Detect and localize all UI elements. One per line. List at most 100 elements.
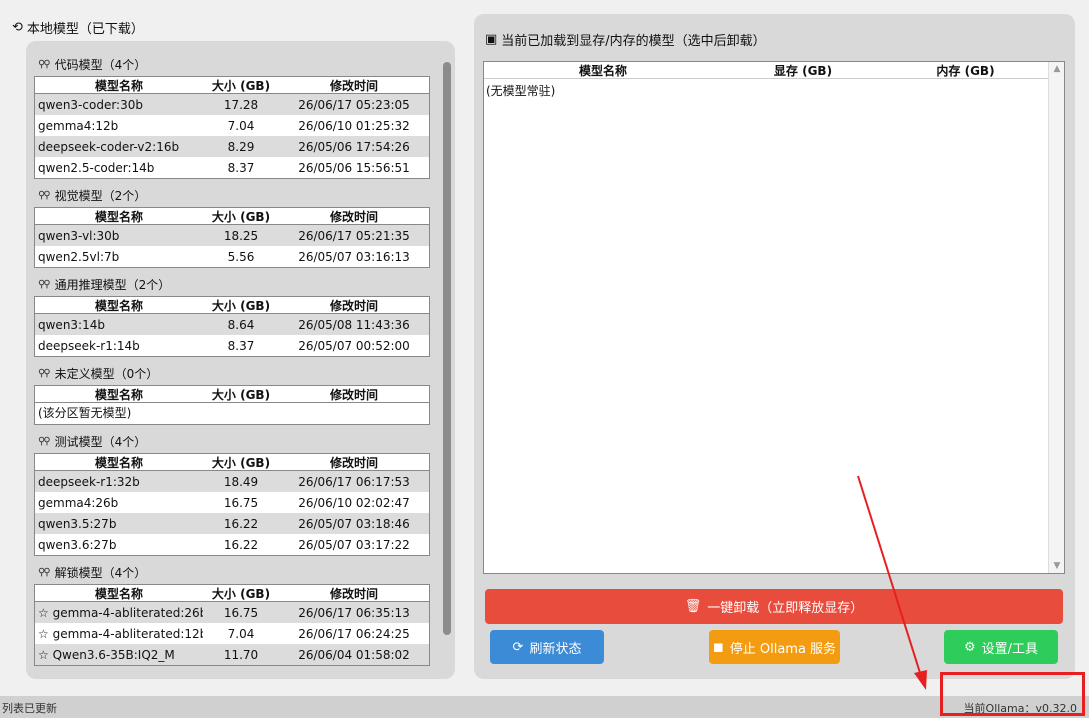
stop-ollama-button[interactable]: ◼ 停止 Ollama 服务: [709, 630, 840, 664]
category-title-text: 未定义模型（0个）: [54, 367, 159, 381]
modified-time-cell: 26/06/17 05:21:35: [298, 228, 410, 243]
table-row[interactable]: deepseek-r1:14b 8.37 26/05/07 00:52:00: [35, 335, 429, 356]
column-header[interactable]: 修改时间: [279, 77, 429, 94]
model-size-cell: 16.22: [223, 537, 259, 552]
model-name-cell: deepseek-coder-v2:16b: [38, 139, 180, 154]
settings-tools-button[interactable]: ⚙ 设置/工具: [944, 630, 1058, 664]
table-header: 模型名称 大小 (GB) 修改时间: [35, 585, 429, 602]
column-header[interactable]: 修改时间: [279, 454, 429, 471]
refresh-status-button[interactable]: ⟳ 刷新状态: [490, 630, 604, 664]
table-row[interactable]: ☆ gemma-4-abliterated:12b 7.04 26/06/17 06…: [35, 623, 429, 644]
column-header[interactable]: 模型名称: [484, 62, 722, 78]
modified-time-cell: 26/06/17 06:17:53: [298, 474, 410, 489]
model-size-cell: 17.28: [223, 97, 259, 112]
modified-time-cell: 26/06/17 05:23:05: [298, 97, 410, 112]
table-row[interactable]: qwen3.6:27b 16.22 26/05/07 03:17:22: [35, 534, 429, 555]
table-row[interactable]: qwen3-coder:30b 17.28 26/06/17 05:23:05: [35, 94, 429, 115]
local-models-title-text: 本地模型（已下载）: [26, 22, 144, 37]
category-title-text: 通用推理模型（2个）: [54, 278, 171, 292]
category-title-text: 测试模型（4个）: [54, 435, 147, 449]
vertical-scrollbar[interactable]: [443, 62, 451, 635]
loaded-models-header: 模型名称 显存 (GB) 内存 (GB): [484, 62, 1064, 79]
model-size-cell: 8.37: [227, 338, 255, 353]
table-row[interactable]: qwen3-vl:30b 18.25 26/06/17 05:21:35: [35, 225, 429, 246]
model-name-cell: ☆ gemma-4-abliterated:26b: [38, 605, 203, 620]
modified-time-cell: 26/05/08 11:43:36: [298, 317, 410, 332]
stop-icon: ◼: [712, 639, 724, 655]
category-title-text: 解锁模型（4个）: [54, 566, 147, 580]
table-row[interactable]: qwen2.5vl:7b 5.56 26/05/07 03:16:13: [35, 246, 429, 267]
model-name-cell: gemma4:12b: [38, 118, 119, 133]
modified-time-cell: 26/06/04 01:58:02: [298, 647, 410, 662]
column-header[interactable]: 模型名称: [35, 77, 203, 94]
model-name-cell: qwen3.6:27b: [38, 537, 117, 552]
model-name-cell: deepseek-r1:14b: [38, 338, 140, 353]
model-table[interactable]: 模型名称 大小 (GB) 修改时间 qwen3:14b 8.64 26/05/08 11:…: [34, 296, 430, 357]
column-header[interactable]: 大小 (GB): [203, 208, 279, 225]
model-table[interactable]: 模型名称 大小 (GB) 修改时间 qwen3-vl:30b 18.25 26/06/17…: [34, 207, 430, 268]
column-header[interactable]: 模型名称: [35, 386, 203, 403]
table-row[interactable]: qwen2.5-coder:14b 8.37 26/05/06 15:56:51: [35, 157, 429, 178]
column-header[interactable]: 模型名称: [35, 297, 203, 314]
category-title: ⚲⚲ 未定义模型（0个）: [34, 362, 430, 385]
model-size-cell: 18.25: [223, 228, 259, 243]
model-name-cell: qwen3.5:27b: [38, 516, 117, 531]
model-categories-list: ⚲⚲ 代码模型（4个） 模型名称 大小 (GB) 修改时间 qwen3-coder:30b…: [34, 53, 430, 673]
empty-category-note: (该分区暂无模型): [38, 406, 132, 420]
model-name-cell: ☆ gemma-4-abliterated:12b: [38, 626, 203, 641]
modified-time-cell: 26/06/10 02:02:47: [298, 495, 410, 510]
category-icon: ⚲⚲: [38, 436, 51, 447]
column-header[interactable]: 修改时间: [279, 208, 429, 225]
column-header[interactable]: 大小 (GB): [203, 585, 279, 602]
column-header[interactable]: 大小 (GB): [203, 454, 279, 471]
table-row[interactable]: qwen3.5:27b 16.22 26/05/07 03:18:46: [35, 513, 429, 534]
column-header[interactable]: 内存 (GB): [884, 62, 1047, 78]
model-size-cell: 18.49: [223, 474, 259, 489]
model-table[interactable]: 模型名称 大小 (GB) 修改时间 (该分区暂无模型): [34, 385, 430, 425]
column-header[interactable]: 模型名称: [35, 208, 203, 225]
model-size-cell: 7.04: [227, 626, 255, 641]
table-row[interactable]: ☆ Qwen3.6-35B:IQ2_M 11.70 26/06/04 01:58:0…: [35, 644, 429, 665]
model-name-cell: qwen3-coder:30b: [38, 97, 143, 112]
model-size-cell: 11.70: [223, 647, 259, 662]
column-header[interactable]: 大小 (GB): [203, 386, 279, 403]
column-header[interactable]: 大小 (GB): [203, 297, 279, 314]
table-row[interactable]: deepseek-coder-v2:16b 8.29 26/05/06 17:54:…: [35, 136, 429, 157]
column-header[interactable]: 显存 (GB): [722, 62, 884, 78]
category-title-text: 视觉模型（2个）: [54, 189, 147, 203]
column-header[interactable]: 模型名称: [35, 585, 203, 602]
model-table[interactable]: 模型名称 大小 (GB) 修改时间 deepseek-r1:32b 18.49 26/06…: [34, 453, 430, 556]
model-name-cell: qwen3:14b: [38, 317, 105, 332]
column-header[interactable]: 模型名称: [35, 454, 203, 471]
category-icon: ⚲⚲: [38, 567, 51, 578]
unload-all-label: 一键卸载（立即释放显存）: [707, 601, 864, 616]
chevron-down-icon[interactable]: ▼: [1049, 561, 1065, 571]
modified-time-cell: 26/05/06 15:56:51: [298, 160, 410, 175]
column-header[interactable]: 大小 (GB): [203, 77, 279, 94]
column-header[interactable]: 修改时间: [279, 585, 429, 602]
model-size-cell: 5.56: [227, 249, 255, 264]
model-table[interactable]: 模型名称 大小 (GB) 修改时间 qwen3-coder:30b 17.28 26/06…: [34, 76, 430, 179]
column-header[interactable]: 修改时间: [279, 386, 429, 403]
loaded-models-title: ▣ 当前已加载到显存/内存的模型（选中后卸载）: [485, 30, 766, 49]
loaded-models-table[interactable]: 模型名称 显存 (GB) 内存 (GB) (无模型常驻) ▲ ▼: [483, 61, 1065, 574]
table-row[interactable]: ☆ gemma-4-abliterated:26b 16.75 26/06/17 0…: [35, 602, 429, 623]
modified-time-cell: 26/05/07 03:18:46: [298, 516, 410, 531]
local-models-title: ⟲ 本地模型（已下载）: [12, 18, 144, 37]
modified-time-cell: 26/05/06 17:54:26: [298, 139, 410, 154]
loaded-list-scrollbar[interactable]: ▲ ▼: [1048, 62, 1064, 573]
model-size-cell: 8.37: [227, 160, 255, 175]
table-row[interactable]: deepseek-r1:32b 18.49 26/06/17 06:17:53: [35, 471, 429, 492]
table-row[interactable]: qwen3:14b 8.64 26/05/08 11:43:36: [35, 314, 429, 335]
category-icon: ⚲⚲: [38, 368, 51, 379]
table-row[interactable]: gemma4:26b 16.75 26/06/10 02:02:47: [35, 492, 429, 513]
table-row[interactable]: gemma4:12b 7.04 26/06/10 01:25:32: [35, 115, 429, 136]
model-table[interactable]: 模型名称 大小 (GB) 修改时间 ☆ gemma-4-abliterated:26b…: [34, 584, 430, 666]
settings-tools-label: 设置/工具: [981, 641, 1039, 657]
refresh-icon: ⟳: [512, 639, 524, 655]
save-icon: ▣: [485, 32, 498, 47]
chevron-up-icon[interactable]: ▲: [1049, 64, 1065, 74]
column-header[interactable]: 修改时间: [279, 297, 429, 314]
model-name-cell: qwen2.5-coder:14b: [38, 160, 155, 175]
unload-all-button[interactable]: 🗑 一键卸载（立即释放显存）: [485, 589, 1063, 624]
